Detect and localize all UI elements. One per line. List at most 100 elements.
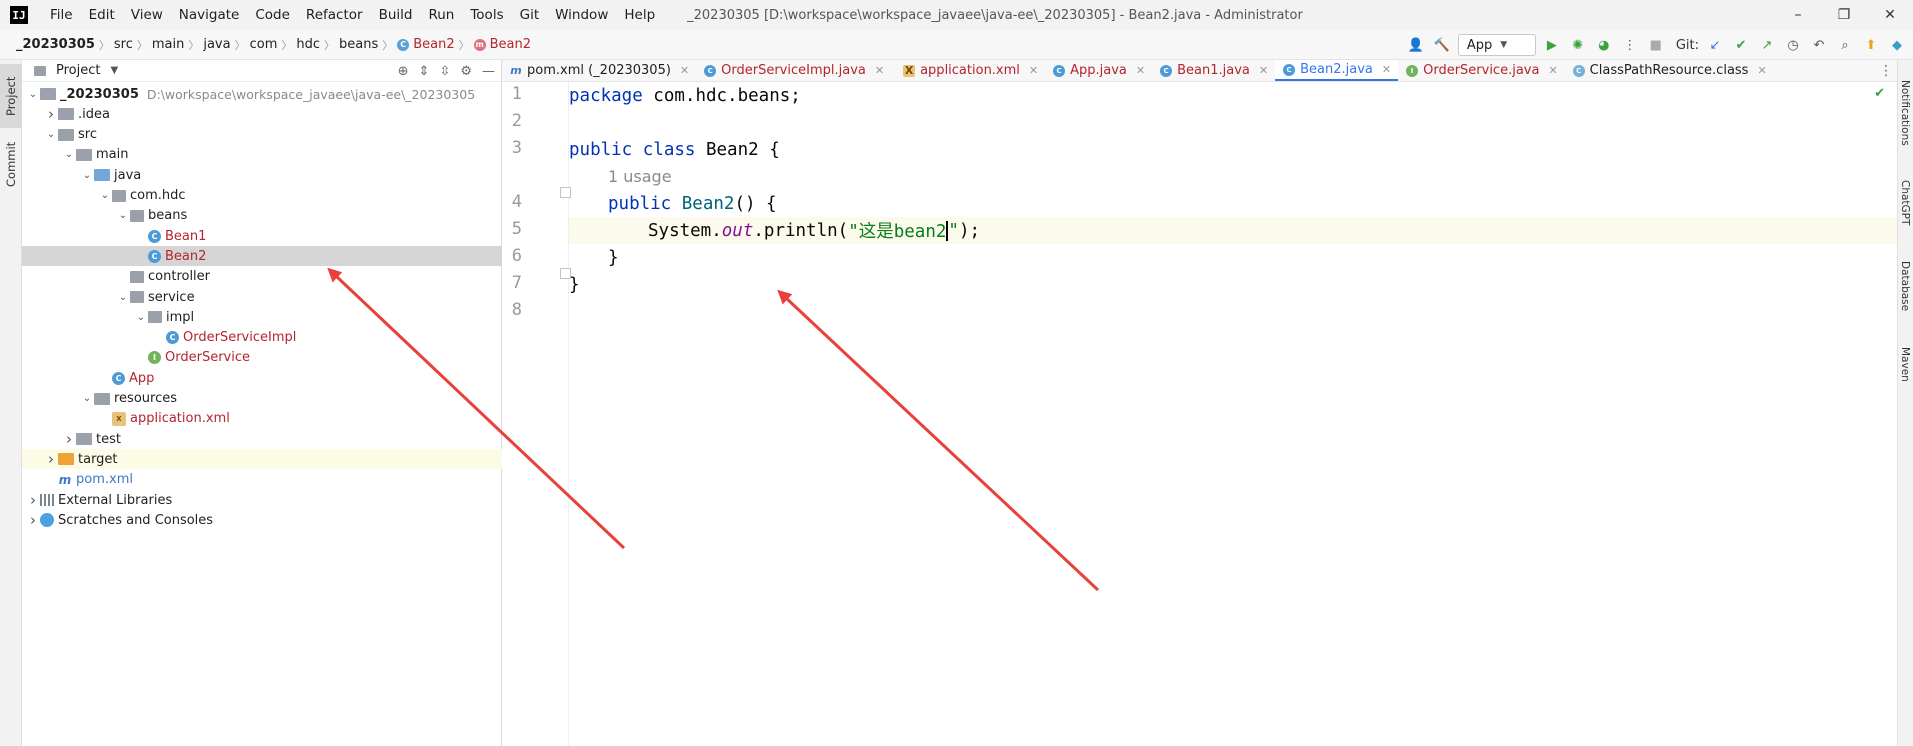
run-configuration-select[interactable]: App ▼ [1457, 34, 1536, 56]
gear-icon[interactable]: ⚙ [460, 64, 472, 79]
tree-item-resources[interactable]: ⌄ resources [22, 389, 502, 409]
code-line[interactable] [569, 298, 1897, 325]
coverage-icon[interactable]: ◕ [1594, 35, 1614, 55]
tab-pom-xml-20230305[interactable]: m pom.xml (_20230305) ✕ [502, 60, 696, 81]
close-tab-icon[interactable]: ✕ [1548, 64, 1557, 77]
tab-bean2-java[interactable]: C Bean2.java ✕ [1275, 60, 1399, 81]
breadcrumb-method[interactable]: m Bean2 [470, 37, 535, 52]
tab-orderservice-java[interactable]: I OrderService.java ✕ [1398, 60, 1565, 81]
tree-item-20230305[interactable]: ⌄ _20230305 D:\workspace\workspace_javaee\… [22, 84, 502, 104]
menu-item-git[interactable]: Git [512, 0, 548, 30]
database-tool-tab[interactable]: Database [1897, 250, 1913, 322]
tree-item-idea[interactable]: › .idea [22, 104, 502, 124]
chevron-down-icon[interactable]: ⌄ [116, 210, 130, 221]
usage-hint[interactable]: 1 usage [608, 167, 672, 186]
more-run-icon[interactable]: ⋮ [1620, 35, 1640, 55]
tab-bean1-java[interactable]: C Bean1.java ✕ [1152, 60, 1275, 81]
history-icon[interactable]: ◷ [1783, 35, 1803, 55]
chevron-down-icon[interactable]: ⌄ [80, 170, 94, 181]
close-tab-icon[interactable]: ✕ [1029, 64, 1038, 77]
restore-button[interactable]: ❐ [1821, 0, 1867, 30]
commit-tool-tab[interactable]: Commit [0, 134, 22, 194]
chevron-down-icon[interactable]: ⌄ [116, 292, 130, 303]
tree-item-bean1[interactable]: C Bean1 [22, 226, 502, 246]
search-icon[interactable]: ⌕ [1835, 35, 1855, 55]
git-push-icon[interactable]: ↗ [1757, 35, 1777, 55]
breadcrumb-item[interactable]: main [148, 37, 188, 52]
line-number[interactable]: 8 [502, 300, 522, 320]
close-button[interactable]: ✕ [1867, 0, 1913, 30]
tab-orderserviceimpl-java[interactable]: C OrderServiceImpl.java ✕ [696, 60, 891, 81]
line-number[interactable]: 6 [502, 246, 522, 266]
tree-item-service[interactable]: ⌄ service [22, 287, 502, 307]
code-area[interactable]: package com.hdc.beans; public class Bean… [569, 82, 1897, 746]
more-tabs-icon[interactable]: ⋮ [1879, 60, 1893, 82]
code-line[interactable]: public class Bean2 { [569, 136, 1897, 163]
tree-item-controller[interactable]: controller [22, 267, 502, 287]
close-tab-icon[interactable]: ✕ [1382, 63, 1391, 76]
close-tab-icon[interactable]: ✕ [680, 64, 689, 77]
chevron-right-icon[interactable]: › [26, 511, 40, 529]
line-number[interactable]: 5 [502, 219, 522, 239]
debug-icon[interactable]: ✺ [1568, 35, 1588, 55]
chevron-right-icon[interactable]: › [44, 105, 58, 123]
project-tool-tab[interactable]: Project [0, 64, 22, 128]
close-tab-icon[interactable]: ✕ [875, 64, 884, 77]
hide-icon[interactable]: — [482, 64, 495, 79]
expand-all-icon[interactable]: ⇕ [419, 64, 430, 79]
tree-item-src[interactable]: ⌄ src [22, 125, 502, 145]
chevron-down-icon[interactable]: ⌄ [62, 149, 76, 160]
tree-item-scratches-and-consoles[interactable]: › Scratches and Consoles [22, 510, 502, 530]
tree-item-target[interactable]: › target [22, 449, 502, 470]
user-icon[interactable]: 👤 [1406, 35, 1426, 55]
chatgpt-tool-tab[interactable]: ChatGPT [1897, 170, 1913, 236]
line-number[interactable]: 1 [502, 84, 522, 104]
tab-app-java[interactable]: C App.java ✕ [1045, 60, 1152, 81]
tree-item-impl[interactable]: ⌄ impl [22, 307, 502, 327]
menu-item-window[interactable]: Window [547, 0, 616, 30]
tree-item-test[interactable]: › test [22, 429, 502, 449]
git-update-icon[interactable]: ↙ [1705, 35, 1725, 55]
chevron-right-icon[interactable]: › [44, 450, 58, 468]
code-line[interactable]: } [569, 271, 1897, 298]
breadcrumb-item[interactable]: src [110, 37, 137, 52]
minimize-button[interactable]: – [1775, 0, 1821, 30]
line-number[interactable]: 4 [502, 192, 522, 212]
chevron-down-icon[interactable]: ⌄ [134, 312, 148, 323]
menu-item-refactor[interactable]: Refactor [298, 0, 371, 30]
maven-tool-tab[interactable]: Maven [1897, 336, 1913, 392]
plugin-icon[interactable]: ◆ [1887, 35, 1907, 55]
chevron-down-icon[interactable]: ⌄ [98, 190, 112, 201]
tree-item-beans[interactable]: ⌄ beans [22, 206, 502, 226]
menu-item-build[interactable]: Build [371, 0, 421, 30]
run-icon[interactable]: ▶ [1542, 35, 1562, 55]
line-number[interactable]: 2 [502, 111, 522, 131]
tree-item-bean2[interactable]: C Bean2 [22, 246, 502, 267]
chevron-right-icon[interactable]: › [26, 491, 40, 509]
code-line[interactable]: } [569, 244, 1897, 271]
code-line[interactable] [569, 109, 1897, 136]
rollback-icon[interactable]: ↶ [1809, 35, 1829, 55]
code-line-current[interactable]: System. out .println("这是bean2 "); [569, 217, 1897, 244]
tree-item-external-libraries[interactable]: › External Libraries [22, 490, 502, 510]
breadcrumb-item[interactable]: _20230305 [12, 37, 99, 52]
tree-item-main[interactable]: ⌄ main [22, 145, 502, 165]
notifications-tool-tab[interactable]: Notifications [1897, 68, 1913, 158]
breadcrumb-item[interactable]: beans [335, 37, 382, 52]
menu-item-file[interactable]: File [42, 0, 81, 30]
tree-item-com-hdc[interactable]: ⌄ com.hdc [22, 186, 502, 206]
menu-item-help[interactable]: Help [616, 0, 663, 30]
menu-item-view[interactable]: View [123, 0, 171, 30]
chevron-down-icon[interactable]: ⌄ [44, 129, 58, 140]
close-tab-icon[interactable]: ✕ [1259, 64, 1268, 77]
collapse-all-icon[interactable]: ⇳ [439, 64, 450, 79]
git-commit-icon[interactable]: ✔ [1731, 35, 1751, 55]
tab-classpathresource-class[interactable]: C ClassPathResource.class ✕ [1565, 60, 1774, 81]
tree-item-app[interactable]: C App [22, 368, 502, 388]
breadcrumb-item[interactable]: hdc [292, 37, 324, 52]
tree-item-pom-xml[interactable]: m pom.xml [22, 470, 502, 490]
chevron-down-icon[interactable]: ▼ [110, 65, 118, 76]
build-hammer-icon[interactable]: 🔨 [1432, 35, 1452, 55]
close-tab-icon[interactable]: ✕ [1136, 64, 1145, 77]
chevron-down-icon[interactable]: ⌄ [80, 393, 94, 404]
